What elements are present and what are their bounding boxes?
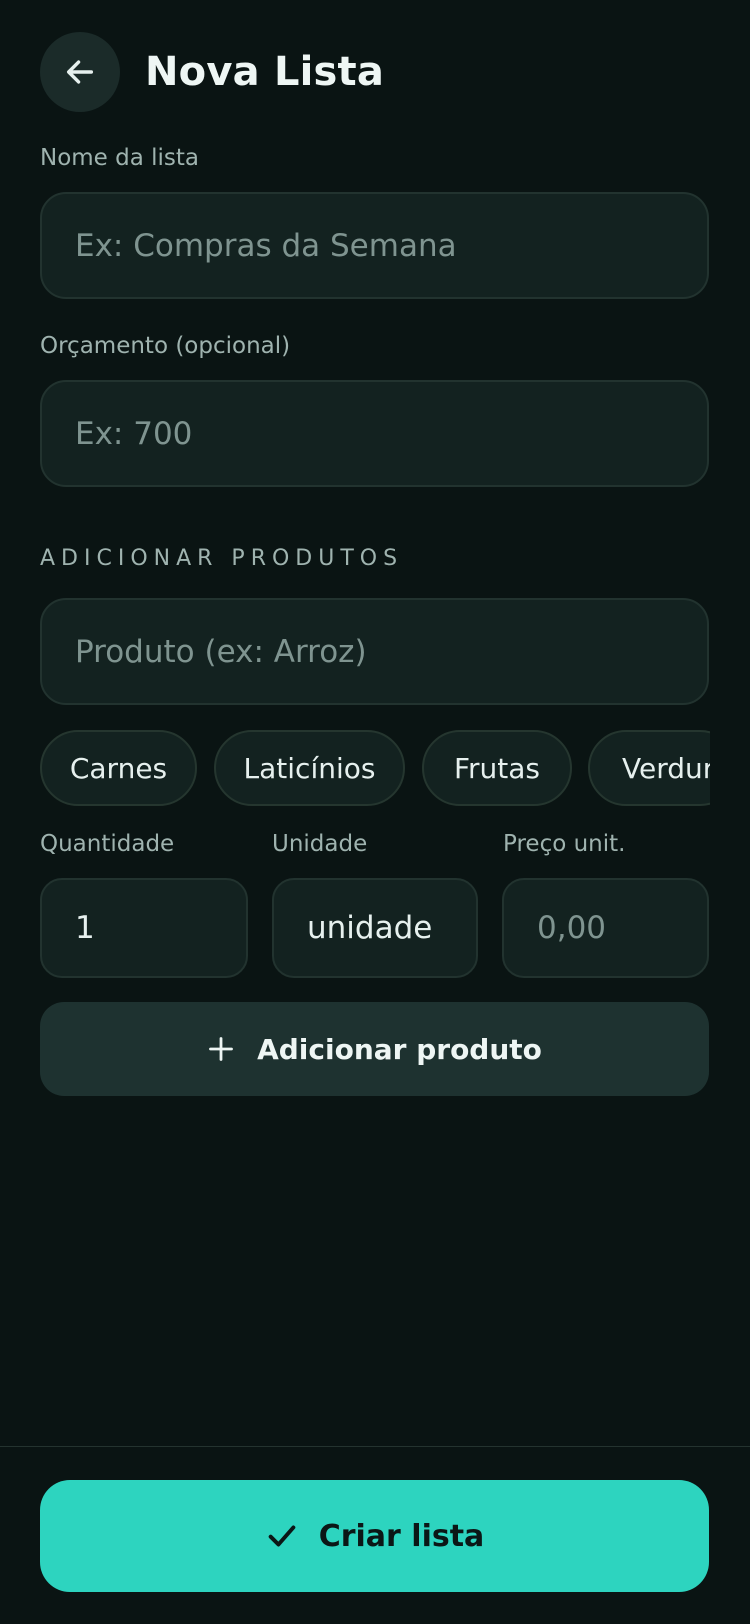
chip-laticinios[interactable]: Laticínios [214, 730, 405, 806]
product-name-input[interactable]: Produto (ex: Arroz) [40, 598, 709, 705]
unit-value: unidade [307, 910, 433, 946]
plus-icon [209, 1037, 233, 1061]
page-title: Nova Lista [145, 49, 385, 95]
chip-carnes[interactable]: Carnes [40, 730, 197, 806]
check-icon [268, 1525, 296, 1547]
quantity-input[interactable]: 1 [40, 878, 248, 978]
budget-label: Orçamento (opcional) [40, 333, 291, 359]
list-name-placeholder: Ex: Compras da Semana [75, 227, 457, 264]
footer-divider [0, 1446, 750, 1447]
back-button[interactable] [40, 32, 120, 112]
chip-frutas[interactable]: Frutas [422, 730, 572, 806]
category-chips: Carnes Laticínios Frutas Verdur [40, 730, 710, 806]
list-name-input[interactable]: Ex: Compras da Semana [40, 192, 709, 299]
unit-label: Unidade [272, 831, 368, 857]
create-list-label: Criar lista [318, 1518, 485, 1554]
price-label: Preço unit. [503, 831, 626, 857]
quantity-value: 1 [75, 910, 95, 946]
add-product-button[interactable]: Adicionar produto [40, 1002, 709, 1096]
budget-placeholder: Ex: 700 [75, 415, 193, 452]
create-list-button[interactable]: Criar lista [40, 1480, 709, 1592]
chip-verduras[interactable]: Verdur [588, 730, 710, 806]
arrow-left-icon [66, 60, 94, 84]
add-products-section-label: ADICIONAR PRODUTOS [40, 546, 404, 571]
unit-select[interactable]: unidade [272, 878, 478, 978]
add-product-label: Adicionar produto [257, 1032, 542, 1066]
unit-price-placeholder: 0,00 [537, 910, 607, 946]
product-name-placeholder: Produto (ex: Arroz) [75, 633, 367, 670]
quantity-label: Quantidade [40, 831, 175, 857]
header: Nova Lista [40, 32, 384, 112]
list-name-label: Nome da lista [40, 145, 200, 171]
budget-input[interactable]: Ex: 700 [40, 380, 709, 487]
unit-price-input[interactable]: 0,00 [502, 878, 709, 978]
